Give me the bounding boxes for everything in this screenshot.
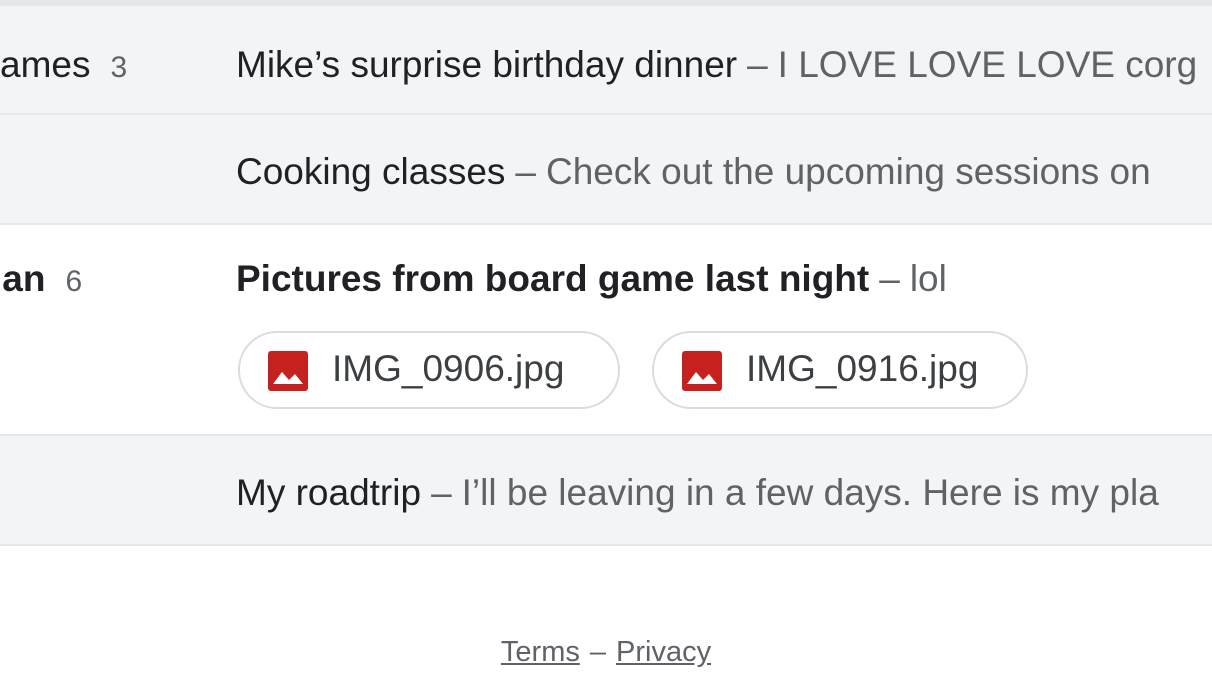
attachment-name: IMG_0916.jpg bbox=[746, 348, 979, 389]
attachment-list: IMG_0906.jpg IMG_0916.jpg bbox=[238, 331, 1060, 411]
thread-row[interactable]: lan 6 Pictures from board game last night… bbox=[0, 225, 1212, 436]
thread-row[interactable]: Cooking classes – Check out the upcoming s… bbox=[0, 115, 1212, 225]
thread-sender: ames 3 bbox=[0, 44, 127, 86]
thread-sender: lan 6 bbox=[0, 258, 82, 300]
subject-separator: – bbox=[515, 151, 536, 192]
thread-subject: Pictures from board game last night bbox=[236, 258, 870, 299]
thread-snippet: Check out the upcoming sessions on bbox=[545, 151, 1151, 192]
message-count: 6 bbox=[65, 265, 83, 298]
terms-link[interactable]: Terms bbox=[501, 636, 580, 668]
privacy-link[interactable]: Privacy bbox=[616, 636, 711, 668]
thread-subject: My roadtrip bbox=[236, 472, 422, 513]
thread-subject: Cooking classes bbox=[236, 151, 506, 192]
sender-name: ames bbox=[0, 44, 91, 85]
thread-snippet: I LOVE LOVE LOVE corg bbox=[777, 44, 1198, 85]
attachment-chip[interactable]: IMG_0906.jpg bbox=[238, 331, 620, 409]
thread-message: Pictures from board game last night – lol bbox=[236, 258, 947, 300]
thread-row[interactable]: My roadtrip – I’ll be leaving in a few day… bbox=[0, 436, 1212, 546]
thread-message: Cooking classes – Check out the upcoming s… bbox=[236, 151, 1151, 193]
subject-separator: – bbox=[879, 258, 900, 299]
thread-snippet: I’ll be leaving in a few days. Here is m… bbox=[461, 472, 1159, 513]
thread-subject: Mike’s surprise birthday dinner bbox=[236, 44, 738, 85]
attachment-name: IMG_0906.jpg bbox=[332, 348, 565, 389]
subject-separator: – bbox=[747, 44, 768, 85]
subject-separator: – bbox=[431, 472, 452, 513]
thread-row[interactable]: ames 3 Mike’s surprise birthday dinner – I … bbox=[0, 0, 1212, 115]
image-file-icon bbox=[268, 351, 308, 391]
thread-list: ames 3 Mike’s surprise birthday dinner – I … bbox=[0, 0, 1212, 546]
thread-message: My roadtrip – I’ll be leaving in a few day… bbox=[236, 472, 1159, 514]
thread-message: Mike’s surprise birthday dinner – I LOVE L… bbox=[236, 44, 1197, 86]
footer: Terms – Privacy bbox=[0, 636, 1212, 669]
sender-name: lan bbox=[0, 258, 46, 299]
inbox-page: ames 3 Mike’s surprise birthday dinner – I … bbox=[0, 0, 1212, 698]
message-count: 3 bbox=[110, 51, 128, 84]
thread-snippet: lol bbox=[909, 258, 947, 299]
attachment-chip[interactable]: IMG_0916.jpg bbox=[652, 331, 1028, 409]
footer-separator: – bbox=[589, 636, 606, 668]
image-file-icon bbox=[682, 351, 722, 391]
